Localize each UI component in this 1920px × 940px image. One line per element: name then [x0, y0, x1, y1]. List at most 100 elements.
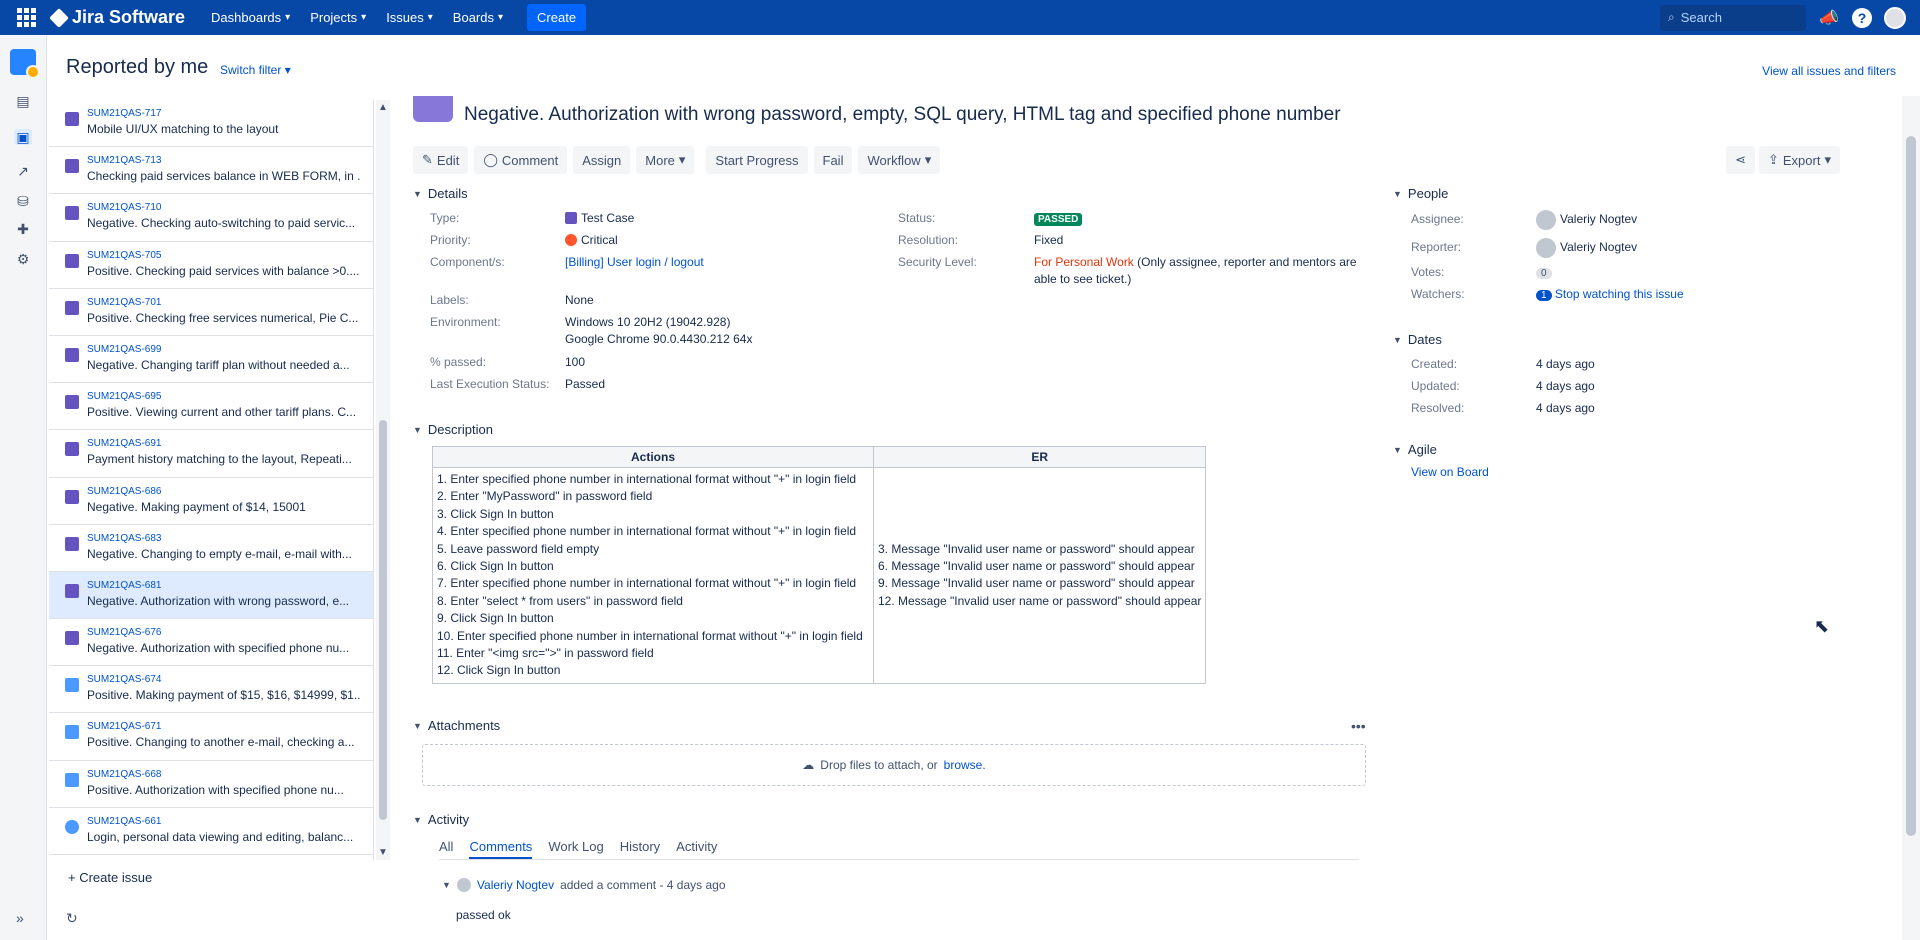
workflow-button[interactable]: Workflow ▾ — [858, 146, 941, 174]
issue-list-item[interactable]: SUM21QAS-661 Login, personal data viewing… — [49, 808, 373, 855]
create-issue-button[interactable]: + Create issue — [68, 870, 152, 885]
fail-button[interactable]: Fail — [813, 146, 853, 174]
expected-result: 12. Message "Invalid user name or passwo… — [878, 593, 1202, 608]
description-section-toggle[interactable]: ▼ Description — [413, 422, 493, 437]
issue-summary: Negative. Changing to empty e-mail, e-ma… — [87, 546, 352, 561]
dates-section-toggle[interactable]: ▼ Dates — [1393, 332, 1442, 347]
components-icon[interactable]: ✚ — [14, 221, 32, 237]
more-options-icon[interactable]: ••• — [1351, 718, 1366, 734]
description-heading: Description — [427, 422, 493, 437]
nav-issues[interactable]: Issues ▾ — [386, 10, 433, 25]
comment-author-link[interactable]: Valeriy Nogtev — [477, 878, 554, 892]
issue-key: SUM21QAS-681 — [87, 579, 162, 591]
nav-boards[interactable]: Boards ▾ — [453, 10, 503, 25]
test-case-icon — [65, 112, 79, 126]
start-progress-button[interactable]: Start Progress — [706, 146, 808, 174]
passed-label: % passed: — [430, 355, 487, 369]
issue-list-item[interactable]: SUM21QAS-705 Positive. Checking paid serv… — [49, 242, 373, 289]
votes-value[interactable]: 0 — [1536, 265, 1552, 279]
tab-comments[interactable]: Comments — [469, 839, 533, 859]
view-all-issues-link[interactable]: View all issues and filters — [1762, 64, 1896, 78]
backlog-icon[interactable]: ▤ — [14, 93, 32, 109]
issue-list-item[interactable]: SUM21QAS-695 Positive. Viewing current an… — [49, 383, 373, 431]
reports-icon[interactable]: ↗ — [14, 163, 32, 179]
main-scrollbar[interactable] — [1902, 96, 1920, 940]
nav-dashboards[interactable]: Dashboards ▾ — [211, 10, 290, 25]
issue-list-scrollbar[interactable]: ▲ ▼ — [376, 100, 390, 860]
expected-result: 6. Message "Invalid user name or passwor… — [878, 559, 1195, 574]
tab-history[interactable]: History — [620, 839, 660, 859]
issue-summary: Positive. Checking paid services with ba… — [87, 263, 360, 278]
share-button[interactable]: ⋖ — [1726, 146, 1755, 174]
refresh-icon[interactable]: ↻ — [66, 910, 78, 927]
issue-summary: Positive. Making payment of $15, $16, $1… — [87, 688, 361, 703]
resolved-value: 4 days ago — [1536, 401, 1595, 415]
tab-activity[interactable]: Activity — [676, 839, 717, 859]
issue-list-item[interactable]: SUM21QAS-701 Positive. Checking free serv… — [49, 289, 373, 336]
user-avatar[interactable] — [1884, 6, 1906, 29]
issue-list-item[interactable]: SUM21QAS-683 Negative. Changing to empty … — [49, 525, 373, 572]
people-section-toggle[interactable]: ▼ People — [1393, 186, 1448, 201]
collapse-icon: ▼ — [1393, 444, 1402, 455]
settings-icon[interactable]: ⚙ — [14, 251, 32, 267]
switch-filter-button[interactable]: Switch filter ▾ — [220, 63, 291, 77]
create-button[interactable]: Create — [527, 4, 587, 31]
issue-list-item[interactable]: SUM21QAS-681 Negative. Authorization with… — [49, 571, 373, 620]
project-avatar[interactable] — [10, 49, 40, 79]
issue-list-item[interactable]: SUM21QAS-710 Negative. Checking auto-swit… — [49, 194, 373, 242]
reporter-value[interactable]: Valeriy Nogtev — [1536, 238, 1637, 258]
issue-list-item[interactable]: SUM21QAS-686 Negative. Making payment of … — [49, 478, 373, 525]
help-icon[interactable]: ? — [1852, 7, 1872, 28]
jira-logo[interactable]: Jira Software — [49, 7, 185, 28]
expand-sidebar-icon[interactable]: » — [16, 910, 24, 926]
search-box[interactable]: ⌕ — [1660, 4, 1806, 31]
tab-all[interactable]: All — [439, 839, 453, 859]
view-on-board-link[interactable]: View on Board — [1411, 465, 1489, 479]
search-input[interactable] — [1680, 10, 1791, 25]
nav-dashboards-label: Dashboards — [211, 10, 282, 25]
attachments-section-toggle[interactable]: ▼ Attachments — [413, 718, 500, 733]
activity-section-toggle[interactable]: ▼ Activity — [413, 812, 469, 827]
edit-button[interactable]: ✎ Edit — [413, 146, 469, 174]
details-section-toggle[interactable]: ▼ Details — [413, 186, 468, 201]
action-step: 6. Click Sign In button — [437, 559, 554, 574]
issue-list-item[interactable]: SUM21QAS-668 Positive. Authorization with… — [49, 761, 373, 808]
comment-button[interactable]: ◯ Comment — [474, 146, 568, 174]
issue-title: Negative. Authorization with wrong passw… — [464, 104, 1341, 125]
attachment-dropzone[interactable]: ☁ Drop files to attach, or browse. — [422, 744, 1366, 786]
more-button[interactable]: More ▾ — [636, 146, 695, 174]
drop-text: Drop files to attach, or — [820, 758, 938, 772]
issue-list-item[interactable]: SUM21QAS-717 Mobile UI/UX matching to the… — [49, 100, 373, 148]
tab-work-log[interactable]: Work Log — [548, 839, 603, 859]
issue-key: SUM21QAS-695 — [87, 391, 162, 403]
nav-projects[interactable]: Projects ▾ — [310, 10, 366, 25]
assignee-value[interactable]: Valeriy Nogtev — [1536, 210, 1637, 230]
assign-button[interactable]: Assign — [573, 146, 631, 174]
people-heading: People — [1407, 186, 1449, 201]
stop-watching-link[interactable]: Stop watching this issue — [1555, 287, 1684, 301]
scrollbar-thumb[interactable] — [379, 420, 387, 820]
releases-icon[interactable]: ⛁ — [14, 193, 32, 209]
nav-projects-label: Projects — [310, 10, 358, 25]
export-label: Export — [1782, 152, 1821, 168]
collapse-icon: ▼ — [413, 424, 422, 435]
browse-link[interactable]: browse. — [944, 758, 986, 772]
issue-list-item[interactable]: SUM21QAS-713 Checking paid services balan… — [49, 147, 373, 195]
agile-section-toggle[interactable]: ▼ Agile — [1393, 442, 1437, 457]
main-scrollbar-thumb[interactable] — [1906, 136, 1916, 836]
app-switcher-icon[interactable] — [0, 0, 52, 35]
scroll-down-icon[interactable]: ▼ — [378, 847, 388, 858]
megaphone-icon[interactable]: 📣 — [1818, 7, 1840, 29]
issue-list-item[interactable]: SUM21QAS-674 Positive. Making payment of … — [49, 666, 373, 714]
critical-priority-icon — [565, 234, 577, 246]
export-button[interactable]: ⇪ Export ▾ — [1758, 146, 1840, 174]
issue-list-item[interactable]: SUM21QAS-676 Negative. Authorization with… — [49, 619, 373, 667]
issue-list-item[interactable]: SUM21QAS-671 Positive. Changing to anothe… — [49, 713, 373, 761]
collapse-comment-icon[interactable]: ▼ — [442, 880, 451, 890]
issue-list-item[interactable]: SUM21QAS-699 Negative. Changing tariff pl… — [49, 336, 373, 384]
scroll-up-icon[interactable]: ▲ — [378, 102, 388, 113]
issue-list-item[interactable]: SUM21QAS-691 Payment history matching to … — [49, 430, 373, 478]
attachments-heading: Attachments — [427, 718, 501, 733]
issues-icon[interactable]: ▣ — [14, 129, 32, 145]
component-link[interactable]: [Billing] User login / logout — [565, 255, 704, 269]
